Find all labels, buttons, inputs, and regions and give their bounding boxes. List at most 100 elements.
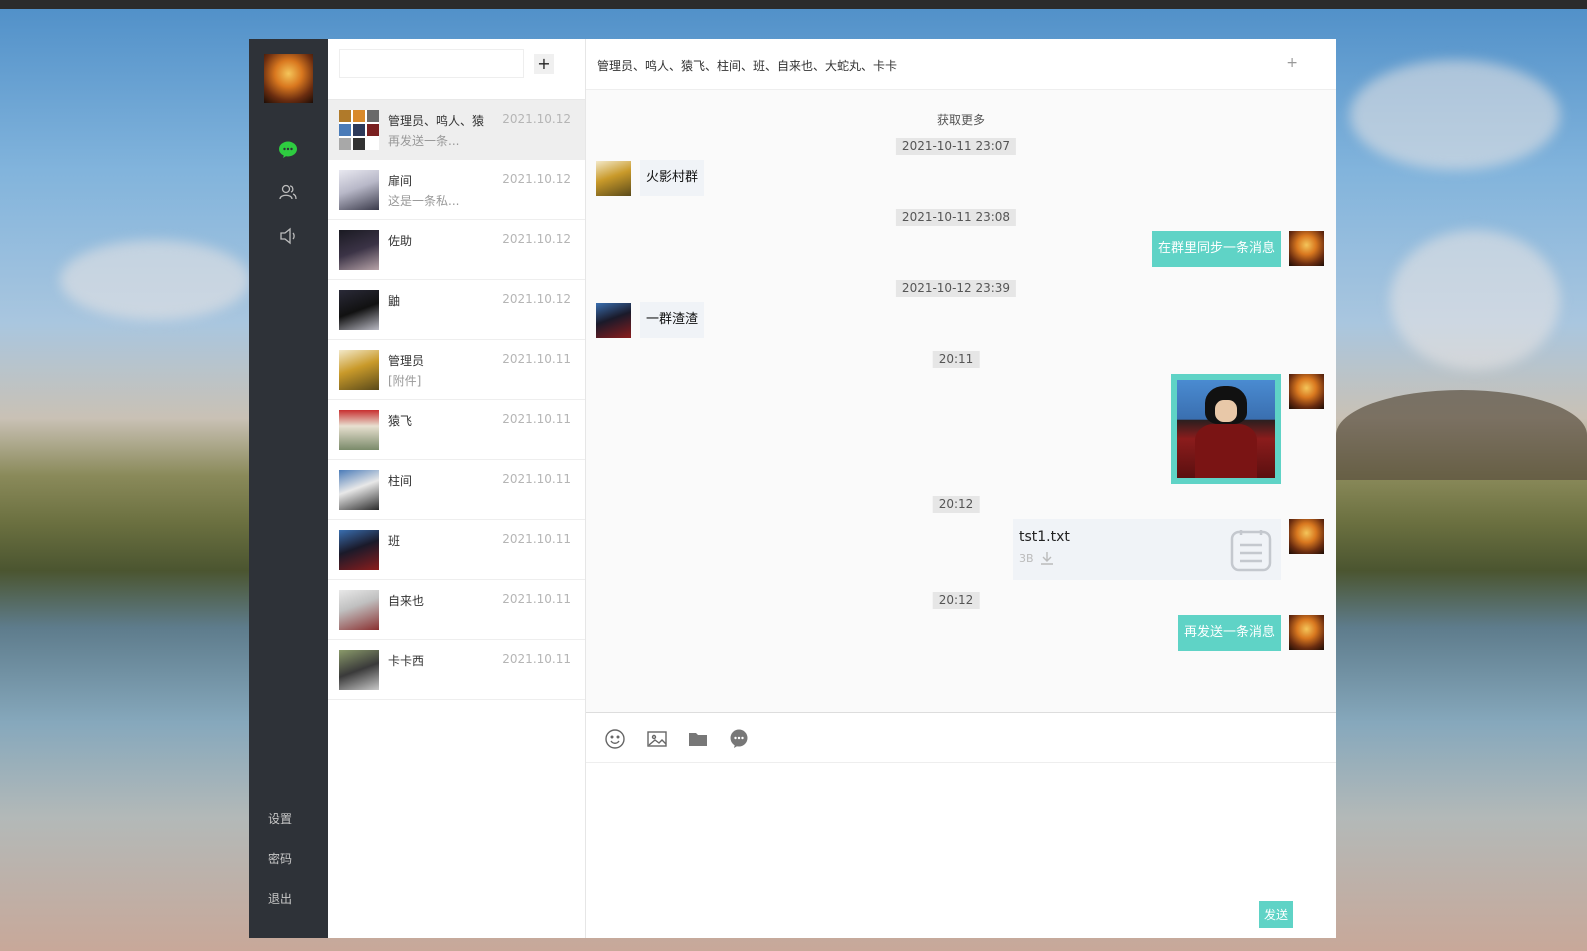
chat-panel: 管理员、鸣人、猿飞、柱间、班、自来也、大蛇丸、卡卡 + 获取更多 2021-10… xyxy=(586,39,1336,938)
session-date: 2021.10.11 xyxy=(502,652,571,666)
file-size: 3B xyxy=(1019,552,1034,565)
message-list[interactable]: 获取更多 2021-10-11 23:07 火影村群 2021-10-11 23… xyxy=(586,90,1336,712)
session-name: 管理员 xyxy=(388,354,425,368)
session-item[interactable]: 猿飞 2021.10.11 xyxy=(328,400,585,460)
contact-avatar xyxy=(339,590,379,630)
message-timestamp: 20:11 xyxy=(932,351,980,368)
session-name: 管理员、鸣人、猿 xyxy=(388,114,485,128)
session-item[interactable]: 佐助 2021.10.12 xyxy=(328,220,585,280)
image-figure-armor xyxy=(1195,424,1257,478)
password-link[interactable]: 密码 xyxy=(268,850,308,867)
chat-header: 管理员、鸣人、猿飞、柱间、班、自来也、大蛇丸、卡卡 + xyxy=(586,39,1336,90)
sender-avatar xyxy=(596,303,631,338)
search-row: + xyxy=(328,39,585,100)
session-item[interactable]: 管理员、鸣人、猿 再发送一条... 2021.10.12 xyxy=(328,100,585,160)
session-name: 猿飞 xyxy=(388,414,413,428)
my-message-avatar xyxy=(1289,374,1324,409)
chat-icon[interactable] xyxy=(278,139,298,159)
message-editor: 发送 xyxy=(586,763,1336,938)
session-date: 2021.10.12 xyxy=(502,232,571,246)
contact-avatar xyxy=(339,650,379,690)
contacts-icon[interactable] xyxy=(278,182,298,202)
folder-icon[interactable] xyxy=(687,728,709,750)
session-name: 班 xyxy=(388,534,401,548)
document-icon xyxy=(1229,527,1273,573)
chat-more-button[interactable]: + xyxy=(1286,55,1298,71)
session-date: 2021.10.12 xyxy=(502,292,571,306)
session-item[interactable]: 自来也 2021.10.11 xyxy=(328,580,585,640)
message-bubble: 在群里同步一条消息 xyxy=(1151,231,1281,267)
session-preview: 再发送一条... xyxy=(388,134,460,148)
session-item[interactable]: 鼬 2021.10.12 xyxy=(328,280,585,340)
message-timestamp: 2021-10-11 23:07 xyxy=(895,138,1017,155)
session-name: 卡卡西 xyxy=(388,654,425,668)
session-item[interactable]: 管理员 [附件] 2021.10.11 xyxy=(328,340,585,400)
window-top-bar xyxy=(0,0,1587,9)
session-item[interactable]: 卡卡西 2021.10.11 xyxy=(328,640,585,700)
session-item[interactable]: 柱间 2021.10.11 xyxy=(328,460,585,520)
contact-avatar xyxy=(339,530,379,570)
contact-avatar xyxy=(339,290,379,330)
session-preview: [附件] xyxy=(388,374,422,388)
session-date: 2021.10.11 xyxy=(502,352,571,366)
session-name: 柱间 xyxy=(388,474,413,488)
message-input[interactable] xyxy=(586,763,1336,893)
emoji-icon[interactable] xyxy=(604,728,626,750)
logout-link[interactable]: 退出 xyxy=(268,890,308,907)
session-name: 佐助 xyxy=(388,234,413,248)
session-date: 2021.10.12 xyxy=(502,112,571,126)
load-more-link[interactable]: 获取更多 xyxy=(586,111,1336,128)
message-timestamp: 2021-10-11 23:08 xyxy=(895,209,1017,226)
contact-avatar xyxy=(339,350,379,390)
image-message[interactable] xyxy=(1171,374,1281,484)
file-name: tst1.txt xyxy=(1019,529,1070,545)
session-date: 2021.10.11 xyxy=(502,592,571,606)
group-avatar xyxy=(339,110,379,150)
contact-avatar xyxy=(339,410,379,450)
announcement-icon[interactable] xyxy=(278,226,298,246)
contact-avatar xyxy=(339,470,379,510)
search-input[interactable] xyxy=(339,49,524,78)
input-toolbar xyxy=(586,712,1336,763)
message-timestamp: 20:12 xyxy=(932,592,980,609)
session-date: 2021.10.12 xyxy=(502,172,571,186)
file-message[interactable]: tst1.txt 3B xyxy=(1013,519,1281,580)
session-name: 自来也 xyxy=(388,594,425,608)
message-bubble: 再发送一条消息 xyxy=(1177,615,1281,651)
message-timestamp: 20:12 xyxy=(932,496,980,513)
session-list-panel: + 管理员、鸣人、猿 再发送一条... 2021.10.12 扉间 这是一条私.… xyxy=(328,39,586,938)
my-message-avatar xyxy=(1289,231,1324,266)
session-date: 2021.10.11 xyxy=(502,532,571,546)
session-preview: 这是一条私... xyxy=(388,194,460,208)
chat-app-window: 设置 密码 退出 + 管理员、鸣人、猿 再发送一条... 2021.10.12 … xyxy=(249,39,1336,938)
message-bubble: 一群渣渣 xyxy=(640,302,705,338)
chat-title: 管理员、鸣人、猿飞、柱间、班、自来也、大蛇丸、卡卡 xyxy=(597,59,898,73)
my-message-avatar xyxy=(1289,519,1324,554)
contact-avatar xyxy=(339,230,379,270)
quick-reply-icon[interactable] xyxy=(728,728,750,750)
send-button[interactable]: 发送 xyxy=(1258,901,1293,928)
download-icon[interactable] xyxy=(1039,550,1055,566)
background-cloud xyxy=(60,240,250,320)
background-cloud xyxy=(1390,230,1560,370)
session-name: 鼬 xyxy=(388,294,401,308)
session-item[interactable]: 扉间 这是一条私... 2021.10.12 xyxy=(328,160,585,220)
sender-avatar xyxy=(596,161,631,196)
session-date: 2021.10.11 xyxy=(502,472,571,486)
message-image xyxy=(1177,380,1275,478)
my-avatar[interactable] xyxy=(264,54,313,103)
session-item[interactable]: 班 2021.10.11 xyxy=(328,520,585,580)
sidebar: 设置 密码 退出 xyxy=(249,39,328,938)
session-name: 扉间 xyxy=(388,174,413,188)
my-message-avatar xyxy=(1289,615,1324,650)
contact-avatar xyxy=(339,170,379,210)
session-date: 2021.10.11 xyxy=(502,412,571,426)
add-chat-button[interactable]: + xyxy=(534,54,554,74)
background-hill xyxy=(1336,390,1587,480)
background-cloud xyxy=(1350,60,1560,170)
settings-link[interactable]: 设置 xyxy=(268,810,308,827)
message-bubble: 火影村群 xyxy=(640,160,705,196)
message-timestamp: 2021-10-12 23:39 xyxy=(895,280,1017,297)
image-icon[interactable] xyxy=(646,728,668,750)
image-figure-face xyxy=(1215,400,1237,422)
